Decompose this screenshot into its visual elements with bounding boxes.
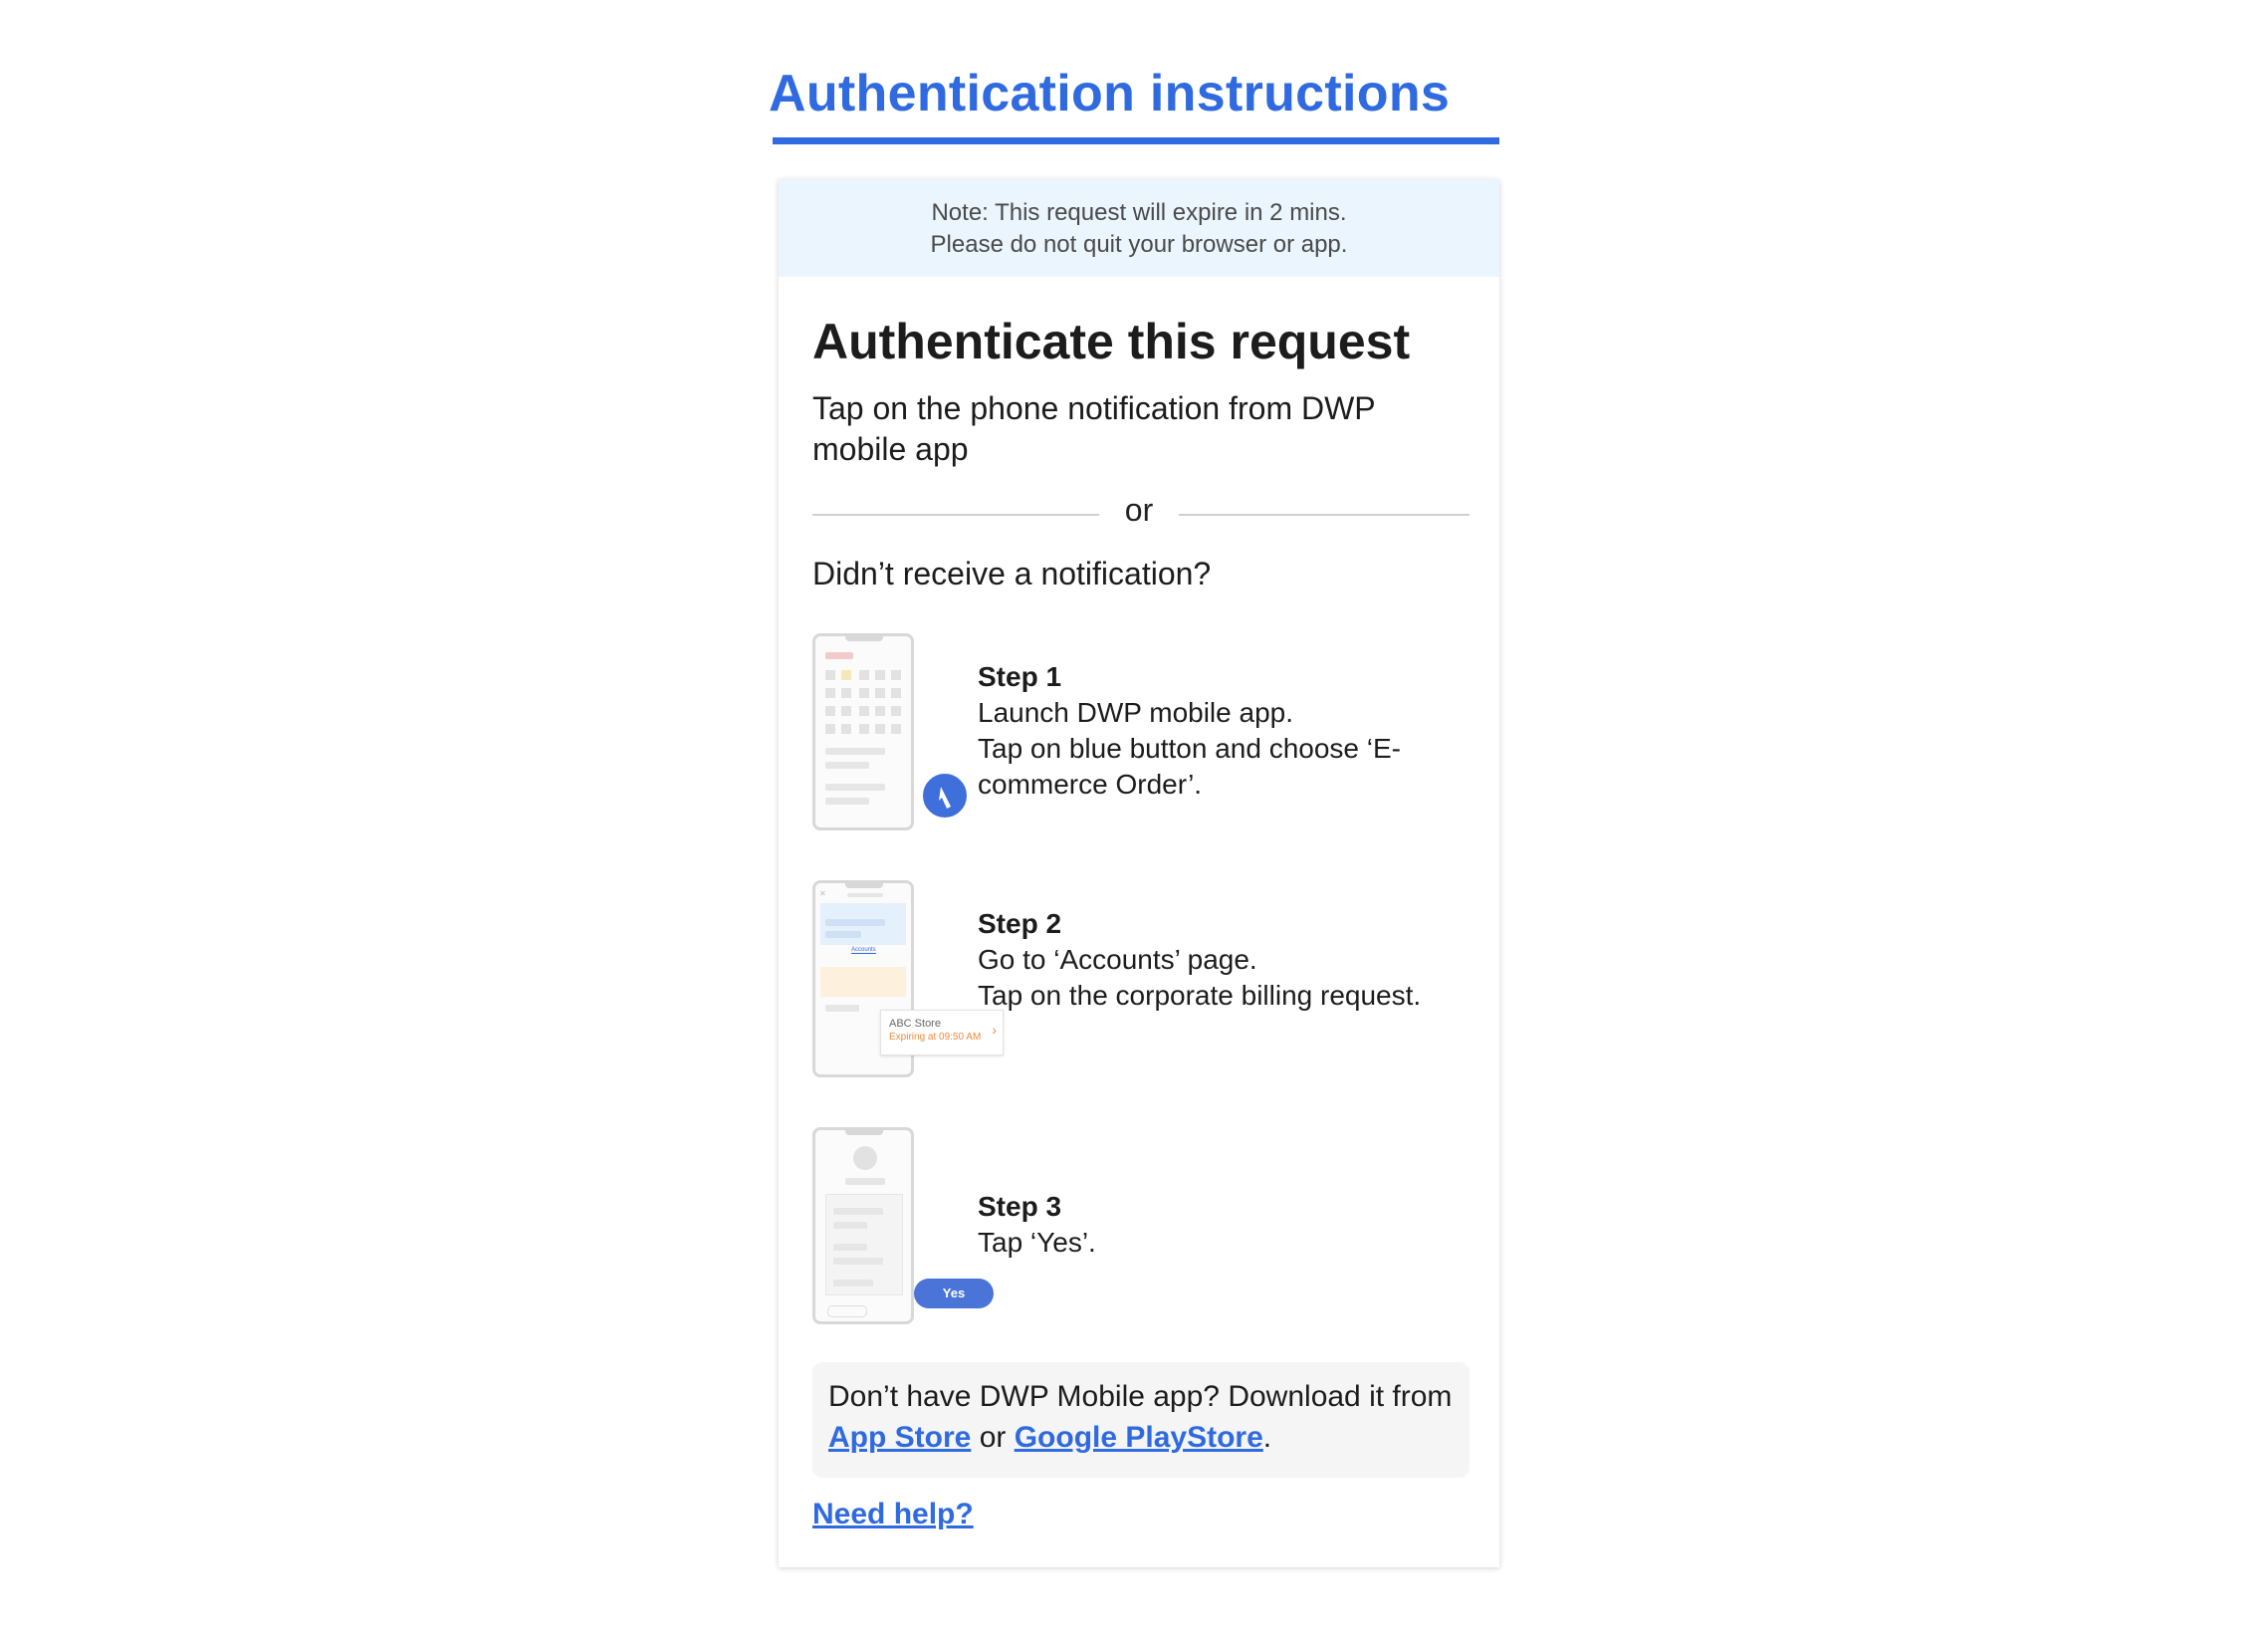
no-notification-question: Didn’t receive a notification? [812, 556, 1212, 591]
card-subheading: Tap on the phone notification from DWP m… [812, 390, 1376, 467]
pointer-hand-icon [939, 787, 951, 809]
card-heading: Authenticate this request [812, 314, 1411, 369]
auth-card: Note: This request will expire in 2 mins… [779, 179, 1499, 1567]
step-1-line-1: Launch DWP mobile app. [978, 697, 1293, 728]
step-2-line-1: Go to ‘Accounts’ page. [978, 944, 1257, 975]
divider-or: or [1124, 492, 1154, 528]
chevron-right-icon: › [992, 1022, 997, 1038]
step-2-text: Step 2 Go to ‘Accounts’ page. Tap on the… [978, 906, 1436, 1014]
step-1-title: Step 1 [978, 661, 1062, 692]
step-1-text: Step 1 Launch DWP mobile app. Tap on blu… [978, 659, 1436, 803]
step-3-text: Step 3 Tap ‘Yes’. [978, 1189, 1436, 1261]
divider-right [1179, 514, 1470, 516]
billing-request-store-name: ABC Store [889, 1018, 941, 1030]
expiry-note: Note: This request will expire in 2 mins… [779, 179, 1499, 277]
divider-left [812, 514, 1099, 516]
need-help-link[interactable]: Need help? [812, 1498, 974, 1531]
expiry-note-line-1: Note: This request will expire in 2 mins… [931, 199, 1347, 226]
yes-button-illustration: Yes [914, 1279, 994, 1308]
download-period: . [1262, 1421, 1272, 1454]
step-1-phone-illustration [812, 633, 914, 830]
download-app-box: Don’t have DWP Mobile app? Download it f… [812, 1362, 1470, 1478]
title-underline [773, 137, 1499, 144]
billing-request-expiry: Expiring at 09:50 AM [889, 1032, 982, 1043]
download-prompt: Don’t have DWP Mobile app? Download it f… [828, 1380, 1453, 1413]
billing-request-card-illustration: ABC Store Expiring at 09:50 AM › [880, 1010, 1004, 1055]
step-1-line-2: Tap on blue button and choose ‘E-commerc… [978, 733, 1401, 800]
expiry-note-line-2: Please do not quit your browser or app. [930, 231, 1348, 258]
google-playstore-link[interactable]: Google PlayStore [1015, 1421, 1263, 1454]
step-3-phone-illustration [812, 1127, 914, 1324]
step-3-title: Step 3 [978, 1191, 1062, 1222]
app-store-link[interactable]: App Store [828, 1421, 971, 1454]
download-or: or [979, 1421, 1007, 1454]
step-3-line-1: Tap ‘Yes’. [978, 1227, 1096, 1258]
step-2-line-2: Tap on the corporate billing request. [978, 980, 1422, 1011]
avatar-illustration [853, 1146, 877, 1170]
page-title: Authentication instructions [769, 65, 1451, 122]
accounts-tab-illustration: Accounts [851, 947, 876, 954]
blue-action-button-illustration [920, 771, 970, 820]
step-2-title: Step 2 [978, 908, 1062, 939]
